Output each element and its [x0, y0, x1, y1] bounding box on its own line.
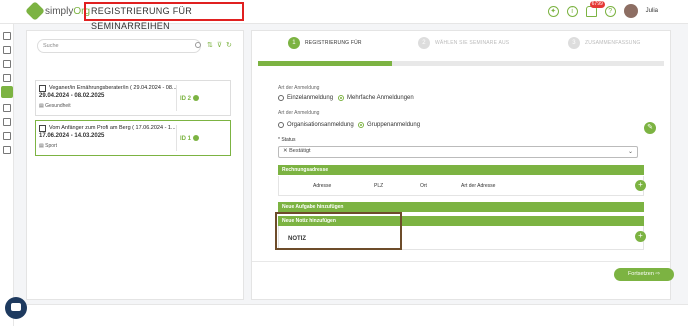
sidebar-support-icon[interactable] [3, 146, 11, 154]
radio-organisation[interactable]: Organisationsanmeldung [278, 122, 354, 128]
sort-icon[interactable]: ⇅ [207, 41, 213, 50]
step-label: WÄHLEN SIE SEMINARE AUS [435, 40, 510, 46]
add-note-button[interactable]: + [635, 231, 646, 242]
radio-multiple[interactable]: Mehrfache Anmeldungen [338, 95, 414, 101]
radio-label: Mehrfache Anmeldungen [347, 95, 414, 101]
course-category-text: Gesundheit [45, 103, 71, 109]
radio-circle [278, 95, 284, 101]
bottom-strip [14, 304, 688, 326]
sidebar-card-icon[interactable] [3, 132, 11, 140]
logo-text: simply [45, 5, 74, 17]
logo[interactable]: simplyOrg [25, 1, 90, 21]
logo-icon [25, 1, 45, 21]
step-1[interactable]: 1 REGISTRIERUNG FÜR [288, 37, 362, 49]
progress-fill [258, 61, 392, 66]
status-dot [193, 95, 200, 101]
sidebar-calendar-icon[interactable] [3, 74, 11, 82]
top-icons: ✦ i 6799 ? Julia [547, 0, 658, 18]
registration-panel: 1 REGISTRIERUNG FÜR 2 WÄHLEN SIE SEMINAR… [251, 30, 674, 300]
divider [176, 125, 177, 151]
course-category-text: Sport [45, 143, 58, 149]
course-id-text: ID 1 [180, 136, 192, 142]
course-category: ▤ Sport [39, 143, 58, 149]
radio-single[interactable]: Einzelanmeldung [278, 95, 333, 101]
radio-circle-checked [338, 95, 344, 101]
sidebar-megaphone-icon[interactable] [3, 104, 11, 112]
course-dates: 29.04.2024 - 08.02.2025 [39, 93, 105, 99]
radio-group[interactable]: Gruppenanmeldung [358, 122, 420, 128]
chevron-down-icon[interactable]: ⌄ [628, 148, 633, 155]
new-task-header[interactable]: Neue Aufgabe hinzufügen [278, 202, 644, 212]
avatar[interactable] [623, 4, 638, 18]
sidebar-building-icon[interactable] [3, 60, 11, 68]
search-icon[interactable] [195, 42, 201, 48]
sidebar-list-icon[interactable] [3, 46, 11, 54]
list-item-selected[interactable]: Vom Anfänger zum Profi am Berg ( 17.06.2… [35, 120, 231, 156]
registration-type-label: Art der Anmeldung [278, 85, 320, 91]
divider [252, 261, 670, 262]
column-header: Ort [420, 183, 427, 189]
calendar-icon [39, 125, 46, 132]
page-title: REGISTRIERUNG FÜR SEMINARREIHEN [84, 2, 244, 31]
status-dot [193, 135, 200, 141]
list-item[interactable]: Veganer/in Ernährungsberater/in ( 29.04.… [35, 80, 231, 116]
highlight-box: NOTIZ [275, 212, 402, 250]
continue-button[interactable]: Fortsetzen ⇨ [614, 268, 674, 281]
filter-icon[interactable]: ⊽ [217, 41, 222, 50]
step-number: 2 [418, 37, 430, 49]
lightbulb-icon[interactable]: ✦ [547, 5, 559, 17]
billing-address-table: Adresse PLZ Ort Art der Adresse + [278, 176, 646, 196]
radio-label: Einzelanmeldung [287, 95, 334, 101]
username[interactable]: Julia [646, 8, 658, 14]
status-select[interactable]: ✕ Bestätigt ⌄ [278, 146, 638, 158]
sidebar-document-icon[interactable] [3, 118, 11, 126]
divider [176, 85, 177, 111]
calendar-icon [39, 85, 46, 92]
radio-circle-checked [358, 122, 364, 128]
continue-label: Fortsetzen [627, 271, 654, 277]
search-input[interactable]: Suche [37, 39, 201, 53]
step-2[interactable]: 2 WÄHLEN SIE SEMINARE AUS [418, 37, 509, 49]
chat-icon[interactable] [5, 297, 27, 319]
billing-address-header: Rechnungsadresse [278, 165, 644, 175]
status-value: Bestätigt [289, 148, 311, 154]
sidebar [0, 24, 14, 326]
course-dates: 17.06.2024 - 14.03.2025 [39, 133, 105, 139]
radio-circle [278, 122, 284, 128]
wizard-steps: 1 REGISTRIERUNG FÜR 2 WÄHLEN SIE SEMINAR… [288, 37, 668, 51]
course-id: ID 1 [180, 135, 200, 142]
course-id: ID 2 [180, 95, 200, 102]
note-label: NOTIZ [288, 236, 306, 242]
status-chip[interactable]: ✕ Bestätigt [283, 148, 311, 154]
column-header: Adresse [313, 183, 332, 189]
info-icon[interactable]: i [566, 5, 578, 17]
notification-badge: 6799 [589, 0, 605, 8]
registration-type-label-2: Art der Anmeldung [278, 110, 320, 116]
sidebar-dashboard-icon[interactable] [3, 32, 11, 40]
step-number: 1 [288, 37, 300, 49]
radio-label: Gruppenanmeldung [367, 122, 421, 128]
seminar-list-panel: Suche ⇅ ⊽ ↻ Veganer/in Ernährungsberater… [26, 30, 244, 300]
course-title: Vom Anfänger zum Profi am Berg ( 17.06.2… [49, 125, 176, 131]
column-header: Art der Adresse [461, 183, 496, 189]
add-address-button[interactable]: + [635, 180, 646, 191]
radio-label: Organisationsanmeldung [287, 122, 354, 128]
edit-icon[interactable]: ✎ [644, 122, 656, 134]
step-label: ZUSAMMENFASSUNG [585, 40, 641, 46]
course-category: ▤ Gesundheit [39, 103, 71, 109]
status-label: * Status [278, 137, 296, 143]
column-header: PLZ [374, 183, 384, 189]
help-icon[interactable]: ? [604, 5, 616, 17]
course-id-text: ID 2 [180, 96, 192, 102]
list-tools: ⇅ ⊽ ↻ [207, 41, 232, 50]
progress-bar [258, 61, 664, 66]
course-title: Veganer/in Ernährungsberater/in ( 29.04.… [49, 85, 177, 91]
step-3[interactable]: 3 ZUSAMMENFASSUNG [568, 37, 641, 49]
step-label: REGISTRIERUNG FÜR [305, 40, 362, 46]
refresh-icon[interactable]: ↻ [226, 41, 232, 50]
bell-icon[interactable]: 6799 [585, 0, 605, 17]
top-bar: simplyOrg REGISTRIERUNG FÜR SEMINARREIHE… [0, 0, 688, 31]
step-number: 3 [568, 37, 580, 49]
sidebar-seminar-icon[interactable] [1, 86, 13, 98]
